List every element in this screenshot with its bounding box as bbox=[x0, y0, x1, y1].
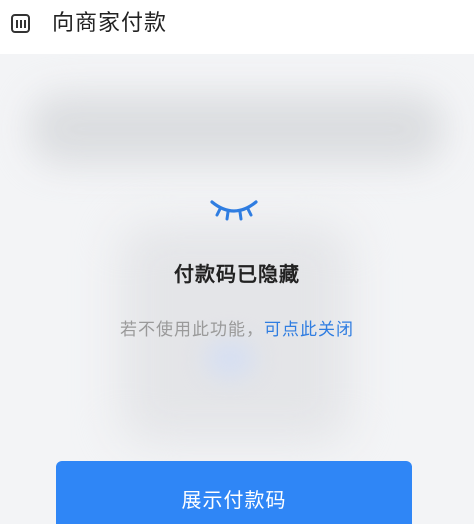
payment-code-card: 付款码已隐藏 若不使用此功能，可点此关闭 展示付款码 bbox=[0, 54, 474, 524]
barcode-icon[interactable] bbox=[11, 14, 30, 33]
show-payment-code-button[interactable]: 展示付款码 bbox=[56, 461, 412, 524]
hint-prefix: 若不使用此功能， bbox=[120, 320, 264, 340]
blurred-barcode bbox=[30, 94, 444, 164]
close-feature-link[interactable]: 可点此关闭 bbox=[264, 320, 354, 340]
hint-text: 若不使用此功能，可点此关闭 bbox=[0, 318, 474, 342]
status-title: 付款码已隐藏 bbox=[174, 262, 300, 286]
page-title: 向商家付款 bbox=[52, 11, 168, 36]
blurred-qr-logo bbox=[205, 339, 255, 379]
closed-eye-icon bbox=[210, 200, 258, 221]
header-bar: 向商家付款 bbox=[0, 0, 474, 52]
pay-merchant-screen: 向商家付款 付款码已隐藏 若不使用此功能，可点此关闭 展示付款码 bbox=[0, 0, 474, 524]
